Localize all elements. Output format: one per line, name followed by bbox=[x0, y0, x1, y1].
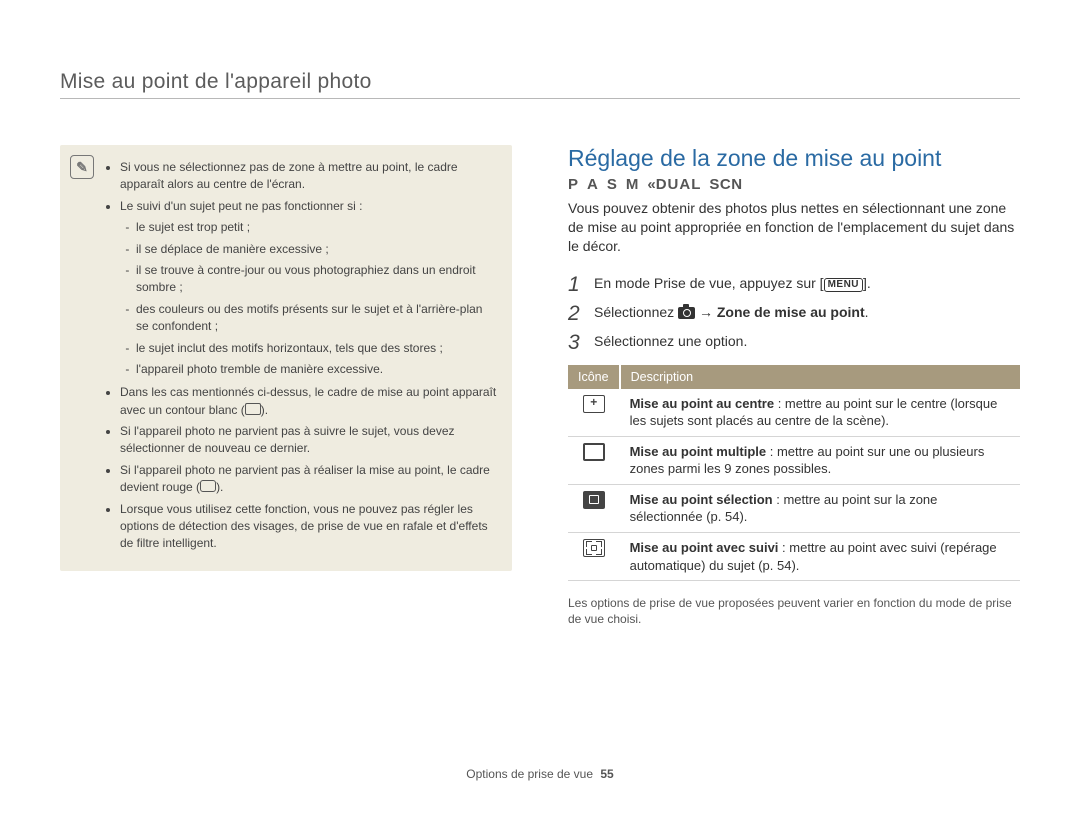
options-table: Icône Description Mise au point au centr… bbox=[568, 365, 1020, 581]
mode-dual-icon: «DUAL bbox=[647, 176, 701, 193]
note-box: ✎ Si vous ne sélectionnez pas de zone à … bbox=[60, 145, 512, 571]
focus-tracking-icon bbox=[583, 539, 605, 557]
mode-m-icon: M bbox=[626, 176, 640, 193]
steps-list: 1 En mode Prise de vue, appuyez sur [MEN… bbox=[568, 274, 1020, 353]
note-subitem: des couleurs ou des motifs présents sur … bbox=[136, 301, 498, 336]
note-item: Si l'appareil photo ne parvient pas à su… bbox=[120, 423, 498, 458]
page-footer: Options de prise de vue 55 bbox=[0, 767, 1080, 781]
note-item: Lorsque vous utilisez cette fonction, vo… bbox=[120, 501, 498, 553]
note-subitem: le sujet inclut des motifs horizontaux, … bbox=[136, 340, 498, 357]
table-row: Mise au point sélection : mettre au poin… bbox=[568, 484, 1020, 532]
table-row: Mise au point avec suivi : mettre au poi… bbox=[568, 532, 1020, 580]
note-item: Si l'appareil photo ne parvient pas à ré… bbox=[120, 462, 498, 497]
mode-scn-icon: SCN bbox=[709, 176, 742, 193]
mode-a-icon: A bbox=[587, 176, 599, 193]
table-row: Mise au point multiple : mettre au point… bbox=[568, 436, 1020, 484]
note-icon: ✎ bbox=[70, 155, 94, 179]
camera-icon bbox=[678, 307, 695, 319]
white-frame-icon bbox=[245, 403, 261, 415]
page-title: Mise au point de l'appareil photo bbox=[60, 70, 1020, 99]
note-subitem: il se trouve à contre-jour ou vous photo… bbox=[136, 262, 498, 297]
note-item: Le suivi d'un sujet peut ne pas fonction… bbox=[120, 198, 498, 379]
mode-p-icon: P bbox=[568, 176, 579, 193]
section-title: Réglage de la zone de mise au point bbox=[568, 145, 1020, 172]
note-subitem: l'appareil photo tremble de manière exce… bbox=[136, 361, 498, 378]
note-subitem: il se déplace de manière excessive ; bbox=[136, 241, 498, 258]
note-subitem: le sujet est trop petit ; bbox=[136, 219, 498, 236]
focus-selection-icon bbox=[583, 491, 605, 509]
red-frame-icon bbox=[200, 480, 216, 492]
mode-s-icon: S bbox=[607, 176, 618, 193]
note-item: Si vous ne sélectionnez pas de zone à me… bbox=[120, 159, 498, 194]
step-3: 3 Sélectionnez une option. bbox=[568, 332, 1020, 353]
table-header-icon: Icône bbox=[568, 365, 620, 389]
menu-button-label: MENU bbox=[824, 278, 863, 292]
step-1: 1 En mode Prise de vue, appuyez sur [MEN… bbox=[568, 274, 1020, 295]
mode-indicators: P A S M «DUAL SCN bbox=[568, 176, 1020, 193]
note-item: Dans les cas mentionnés ci-dessus, le ca… bbox=[120, 384, 498, 419]
footnote: Les options de prise de vue proposées pe… bbox=[568, 595, 1020, 627]
section-intro: Vous pouvez obtenir des photos plus nett… bbox=[568, 199, 1020, 256]
focus-multi-icon bbox=[583, 443, 605, 461]
table-header-desc: Description bbox=[620, 365, 1020, 389]
step-2: 2 Sélectionnez → Zone de mise au point. bbox=[568, 303, 1020, 324]
focus-center-icon bbox=[583, 395, 605, 413]
table-row: Mise au point au centre : mettre au poin… bbox=[568, 389, 1020, 437]
